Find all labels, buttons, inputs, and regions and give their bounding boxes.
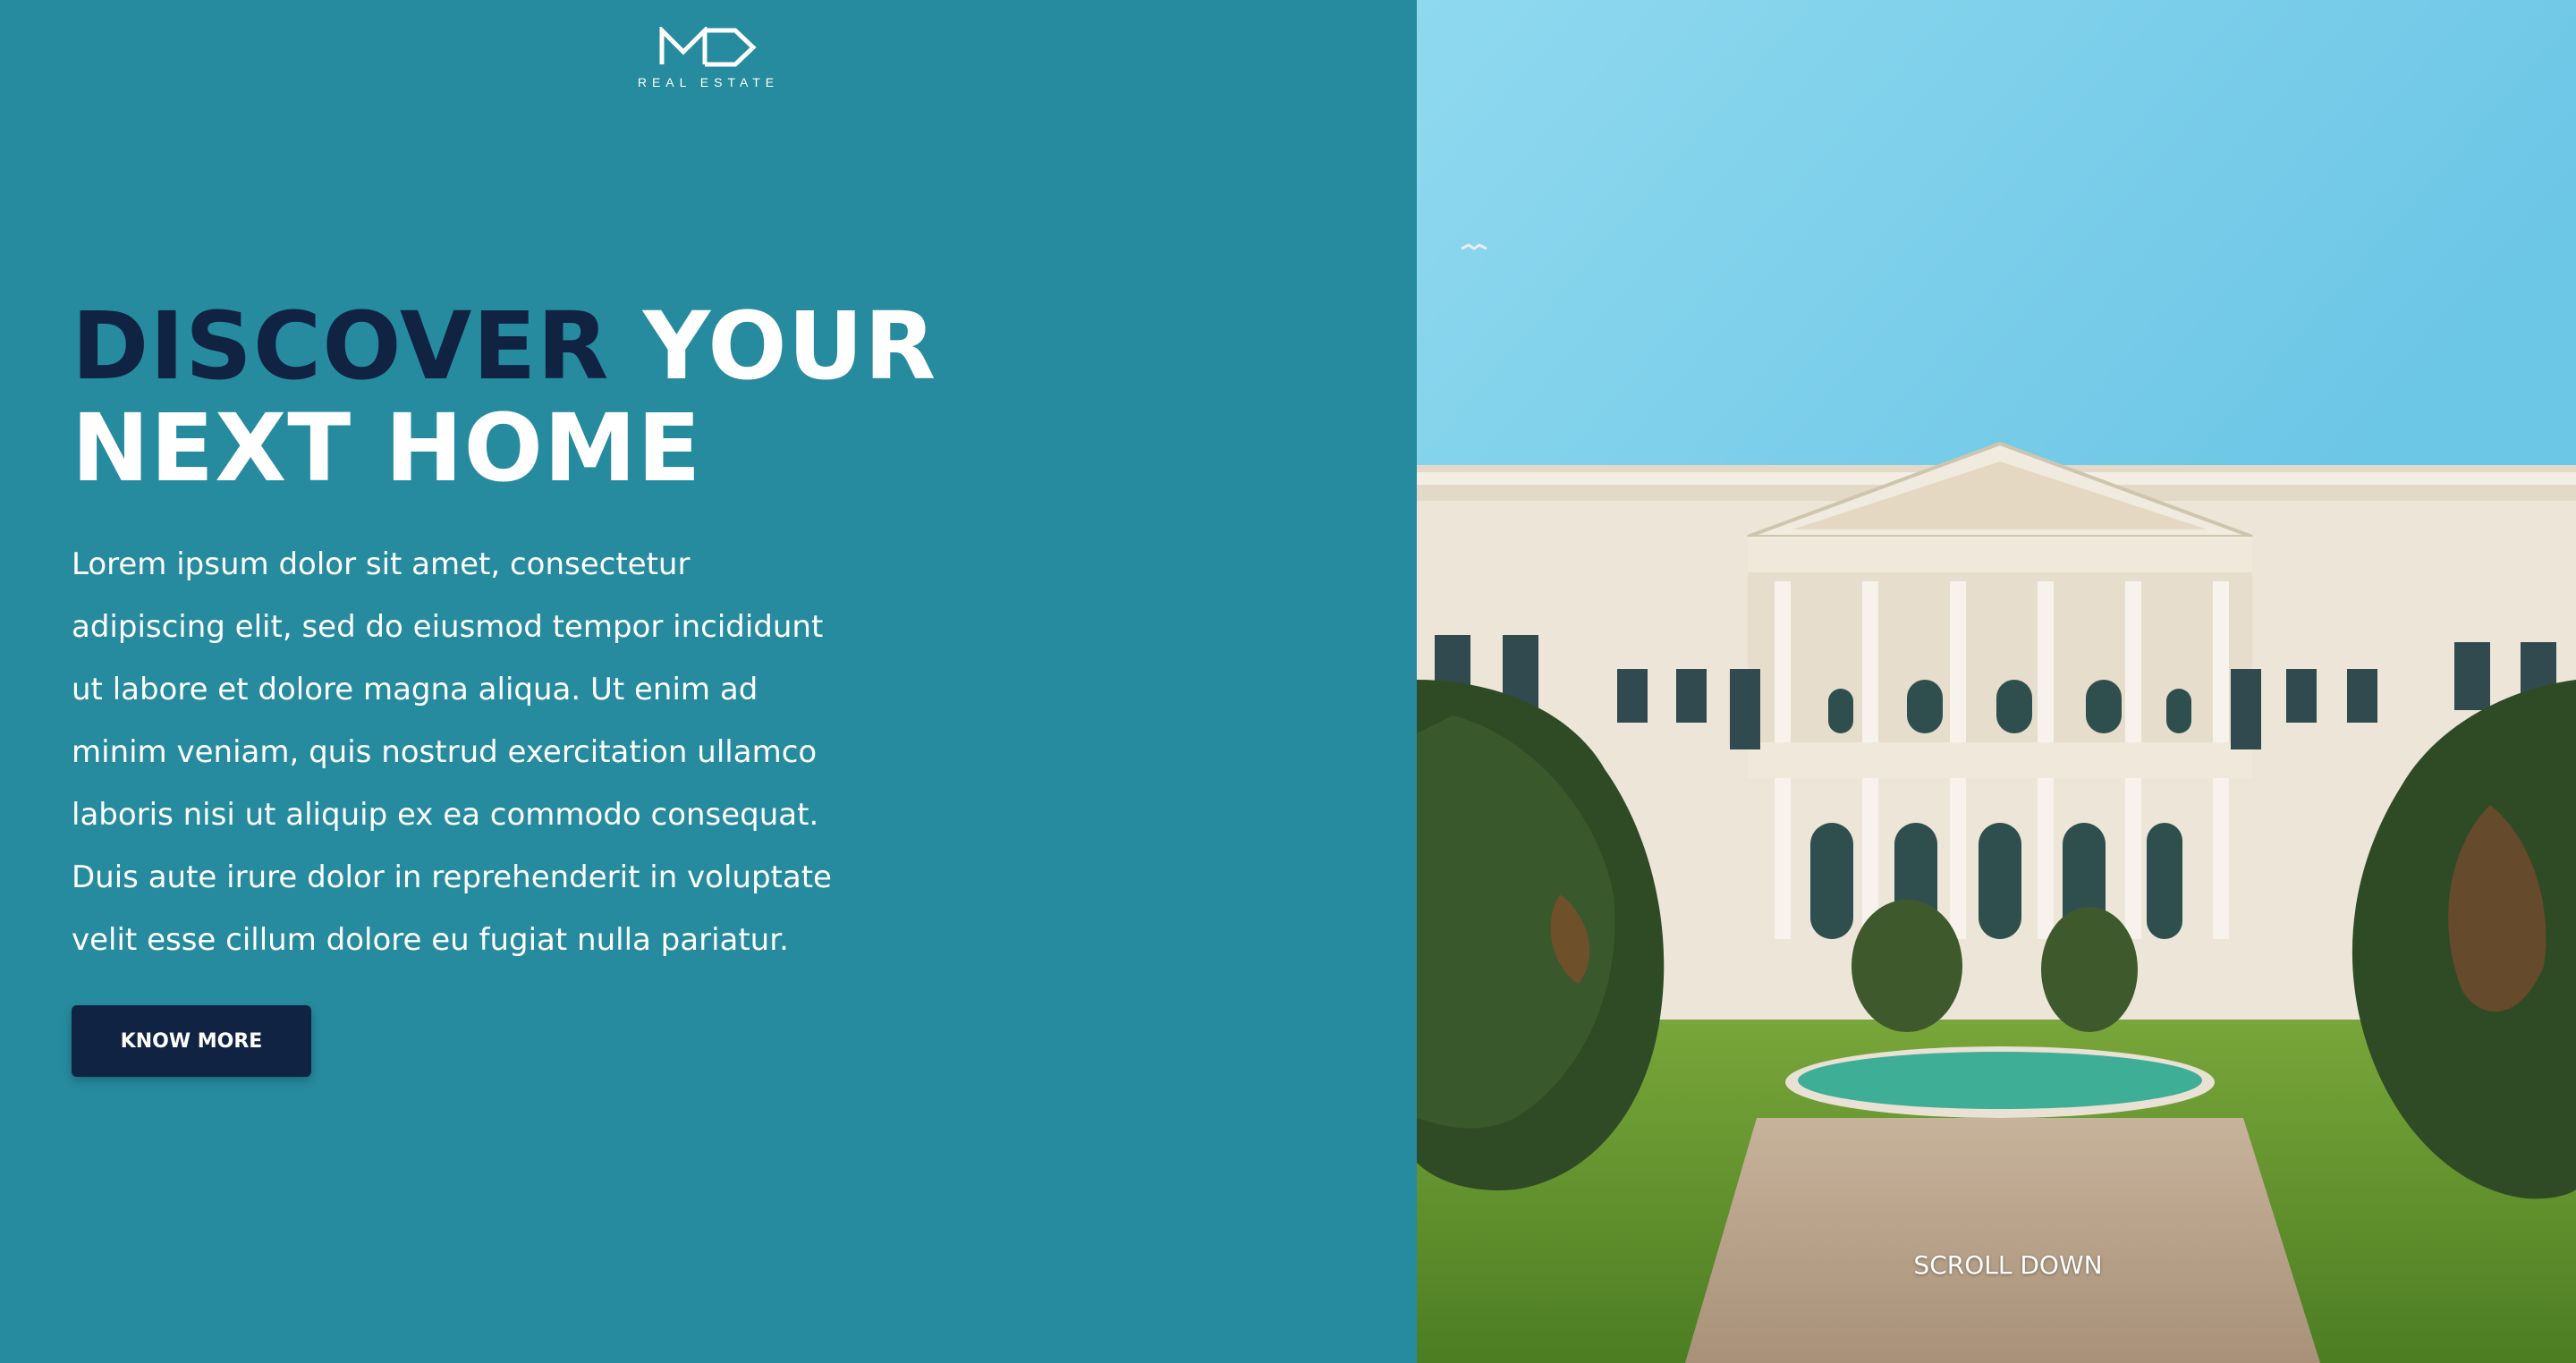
body-line: adipiscing elit, sed do eiusmod tempor i… — [72, 609, 824, 645]
headline-accent: DISCOVER — [72, 292, 610, 401]
body-line: Lorem ipsum dolor sit amet, consectetur — [72, 546, 691, 582]
body-line: minim veniam, quis nostrud exercitation … — [72, 734, 818, 770]
hero-body-text: Lorem ipsum dolor sit amet, consectetur … — [72, 533, 877, 971]
brand-logo[interactable]: REAL ESTATE — [637, 27, 780, 95]
logo-subtitle: REAL ESTATE — [637, 75, 780, 89]
know-more-button[interactable]: KNOW MORE — [72, 1005, 311, 1077]
body-line: laboris nisi ut aliquip ex ea commodo co… — [72, 797, 819, 833]
hero-image — [1417, 0, 2576, 1363]
scroll-down-link[interactable]: SCROLL DOWN — [1878, 1250, 2138, 1280]
headline-rest: YOUR — [642, 292, 937, 401]
body-line: velit esse cillum dolore eu fugiat nulla… — [72, 922, 789, 958]
md-logo-icon — [659, 27, 757, 67]
headline-line-2: NEXT HOME — [72, 394, 702, 503]
palace-photo — [1417, 0, 2576, 1363]
body-line: ut labore et dolore magna aliqua. Ut eni… — [72, 672, 758, 707]
hero-left-panel: REAL ESTATE DISCOVER YOUR NEXT HOME Lore… — [0, 0, 1417, 1363]
body-line: Duis aute irure dolor in reprehenderit i… — [72, 859, 832, 895]
hero-headline: DISCOVER YOUR NEXT HOME — [72, 295, 936, 499]
